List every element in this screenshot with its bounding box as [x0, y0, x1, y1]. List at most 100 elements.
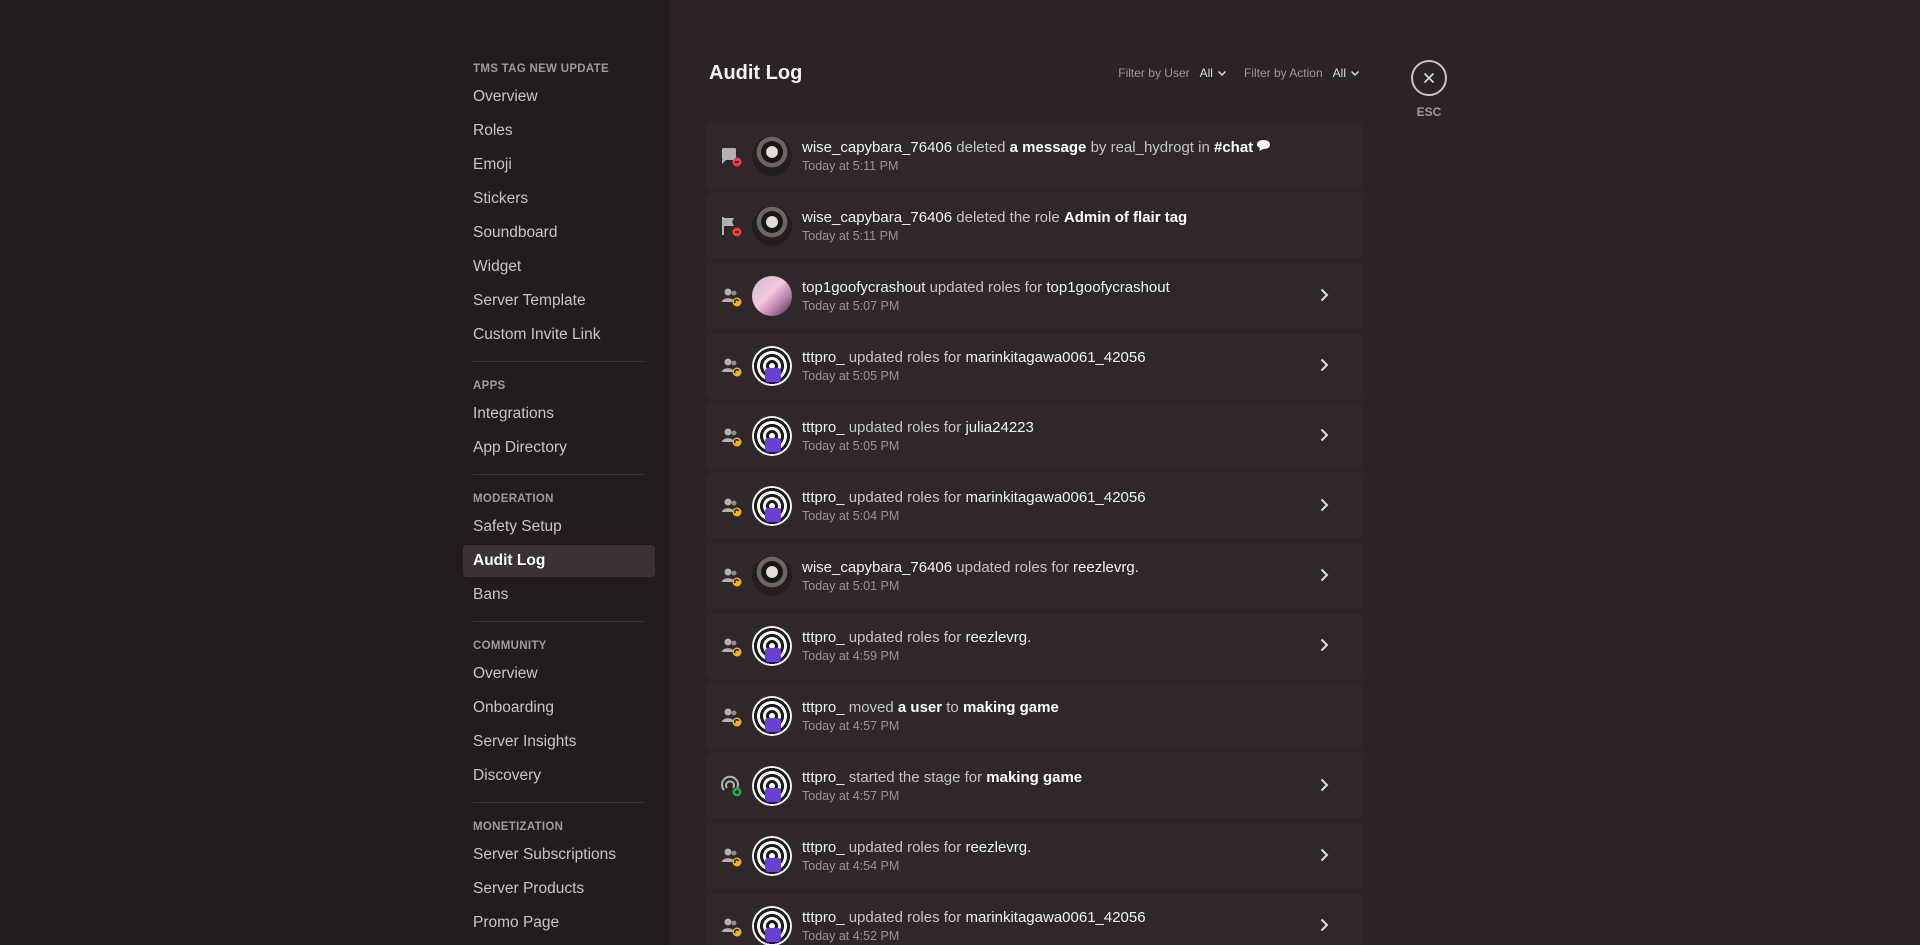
avatar[interactable]: [752, 276, 792, 316]
target-username[interactable]: marinkitagawa0061_42056: [965, 349, 1145, 366]
avatar[interactable]: [752, 766, 792, 806]
target-username[interactable]: julia24223: [965, 419, 1033, 436]
avatar[interactable]: [752, 346, 792, 386]
sidebar-divider: [473, 361, 645, 362]
log-entry[interactable]: wise_capybara_76406 updated roles for re…: [706, 543, 1363, 609]
log-entry[interactable]: tttpro_ updated roles for marinkitagawa0…: [706, 893, 1363, 945]
chevron-right-icon[interactable]: [1315, 496, 1333, 519]
avatar-decoration: [765, 928, 781, 942]
log-entry[interactable]: tttpro_ updated roles for reezlevrg. Toda…: [706, 823, 1363, 889]
actor-username[interactable]: tttpro_: [802, 839, 845, 856]
target-username[interactable]: marinkitagawa0061_42056: [965, 909, 1145, 926]
chevron-down-icon: [1217, 70, 1226, 77]
actor-username[interactable]: tttpro_: [802, 909, 845, 926]
action-text: by real_hydrogt in: [1086, 139, 1214, 156]
chevron-right-icon[interactable]: [1315, 286, 1333, 309]
nav-item-roles[interactable]: Roles: [463, 115, 655, 147]
nav-item-bans[interactable]: Bans: [463, 579, 655, 611]
log-entry-description: wise_capybara_76406 updated roles for re…: [802, 559, 1139, 576]
nav-item-discovery[interactable]: Discovery: [463, 760, 655, 792]
actor-username[interactable]: tttpro_: [802, 699, 845, 716]
action-target[interactable]: making game: [963, 699, 1059, 716]
nav-item-onboarding[interactable]: Onboarding: [463, 692, 655, 724]
chevron-right-icon[interactable]: [1315, 426, 1333, 449]
avatar[interactable]: [752, 556, 792, 596]
avatar[interactable]: [752, 206, 792, 246]
actor-username[interactable]: top1goofycrashout: [802, 279, 925, 296]
section-title-community: COMMUNITY: [473, 640, 547, 652]
filter-user-dropdown[interactable]: All: [1200, 66, 1228, 80]
nav-item-soundboard[interactable]: Soundboard: [463, 217, 655, 249]
actor-username[interactable]: tttpro_: [802, 349, 845, 366]
action-text: updated roles for: [844, 489, 966, 506]
nav-item-server-template[interactable]: Server Template: [463, 285, 655, 317]
target-username[interactable]: reezlevrg.: [965, 839, 1031, 856]
avatar[interactable]: [752, 626, 792, 666]
nav-item-widget[interactable]: Widget: [463, 251, 655, 283]
filters: Filter by User All Filter by Action All: [1118, 66, 1361, 80]
target-username[interactable]: reezlevrg.: [965, 629, 1031, 646]
log-entry: wise_capybara_76406 deleted the role Adm…: [706, 193, 1363, 259]
log-entry-text: tttpro_ moved a user to making game Today…: [802, 699, 1059, 733]
log-entry-timestamp: Today at 5:07 PM: [802, 299, 900, 313]
log-entry[interactable]: tttpro_ started the stage for making gam…: [706, 753, 1363, 819]
close-button[interactable]: [1411, 60, 1447, 96]
log-entry[interactable]: tttpro_ updated roles for julia24223 Toda…: [706, 403, 1363, 469]
chevron-right-icon[interactable]: [1315, 636, 1333, 659]
action-text: updated roles for: [844, 419, 966, 436]
log-entry-description: tttpro_ updated roles for reezlevrg.: [802, 629, 1031, 646]
nav-item-promo-page[interactable]: Promo Page: [463, 907, 655, 939]
actor-username[interactable]: wise_capybara_76406: [802, 209, 952, 226]
avatar[interactable]: [752, 906, 792, 945]
nav-item-community-overview[interactable]: Overview: [463, 658, 655, 690]
avatar[interactable]: [752, 696, 792, 736]
log-entry[interactable]: top1goofycrashout updated roles for top1…: [706, 263, 1363, 329]
avatar[interactable]: [752, 836, 792, 876]
chevron-right-icon[interactable]: [1315, 916, 1333, 939]
nav-item-emoji[interactable]: Emoji: [463, 149, 655, 181]
avatar[interactable]: [752, 486, 792, 526]
chevron-right-icon[interactable]: [1315, 776, 1333, 799]
action-target[interactable]: #chat: [1214, 139, 1253, 156]
nav-item-integrations[interactable]: Integrations: [463, 398, 655, 430]
member-update-icon: [718, 703, 744, 729]
actor-username[interactable]: wise_capybara_76406: [802, 139, 952, 156]
target-username[interactable]: top1goofycrashout: [1046, 279, 1169, 296]
nav-item-server-products[interactable]: Server Products: [463, 873, 655, 905]
log-entry[interactable]: tttpro_ updated roles for reezlevrg. Toda…: [706, 613, 1363, 679]
member-update-icon: [718, 353, 744, 379]
nav-item-custom-invite-link[interactable]: Custom Invite Link: [463, 319, 655, 351]
chevron-right-icon[interactable]: [1315, 566, 1333, 589]
chevron-right-icon[interactable]: [1315, 356, 1333, 379]
log-entry-timestamp: Today at 4:57 PM: [802, 789, 900, 803]
section-title-apps: APPS: [473, 380, 506, 392]
log-entry[interactable]: tttpro_ updated roles for marinkitagawa0…: [706, 473, 1363, 539]
chevron-right-icon[interactable]: [1315, 846, 1333, 869]
actor-username[interactable]: tttpro_: [802, 489, 845, 506]
log-entry-timestamp: Today at 5:04 PM: [802, 509, 900, 523]
actor-username[interactable]: tttpro_: [802, 419, 845, 436]
target-username[interactable]: marinkitagawa0061_42056: [965, 489, 1145, 506]
nav-item-app-directory[interactable]: App Directory: [463, 432, 655, 464]
nav-item-stickers[interactable]: Stickers: [463, 183, 655, 215]
target-username[interactable]: reezlevrg.: [1073, 559, 1139, 576]
nav-item-audit-log[interactable]: Audit Log: [463, 545, 655, 577]
action-target[interactable]: Admin of flair tag: [1064, 209, 1187, 226]
log-entry-description: top1goofycrashout updated roles for top1…: [802, 279, 1170, 296]
nav-item-server-insights[interactable]: Server Insights: [463, 726, 655, 758]
log-entry-description: tttpro_ updated roles for marinkitagawa0…: [802, 489, 1146, 506]
nav-item-safety-setup[interactable]: Safety Setup: [463, 511, 655, 543]
action-target[interactable]: making game: [986, 769, 1082, 786]
actor-username[interactable]: tttpro_: [802, 629, 845, 646]
avatar[interactable]: [752, 416, 792, 456]
action-target[interactable]: a user: [898, 699, 942, 716]
nav-item-overview[interactable]: Overview: [463, 81, 655, 113]
nav-item-server-subscriptions[interactable]: Server Subscriptions: [463, 839, 655, 871]
filter-action-dropdown[interactable]: All: [1333, 66, 1361, 80]
log-entry[interactable]: tttpro_ updated roles for marinkitagawa0…: [706, 333, 1363, 399]
avatar[interactable]: [752, 136, 792, 176]
actor-username[interactable]: wise_capybara_76406: [802, 559, 952, 576]
chevron-down-icon: [1350, 70, 1360, 77]
action-target[interactable]: a message: [1010, 139, 1087, 156]
actor-username[interactable]: tttpro_: [802, 769, 845, 786]
